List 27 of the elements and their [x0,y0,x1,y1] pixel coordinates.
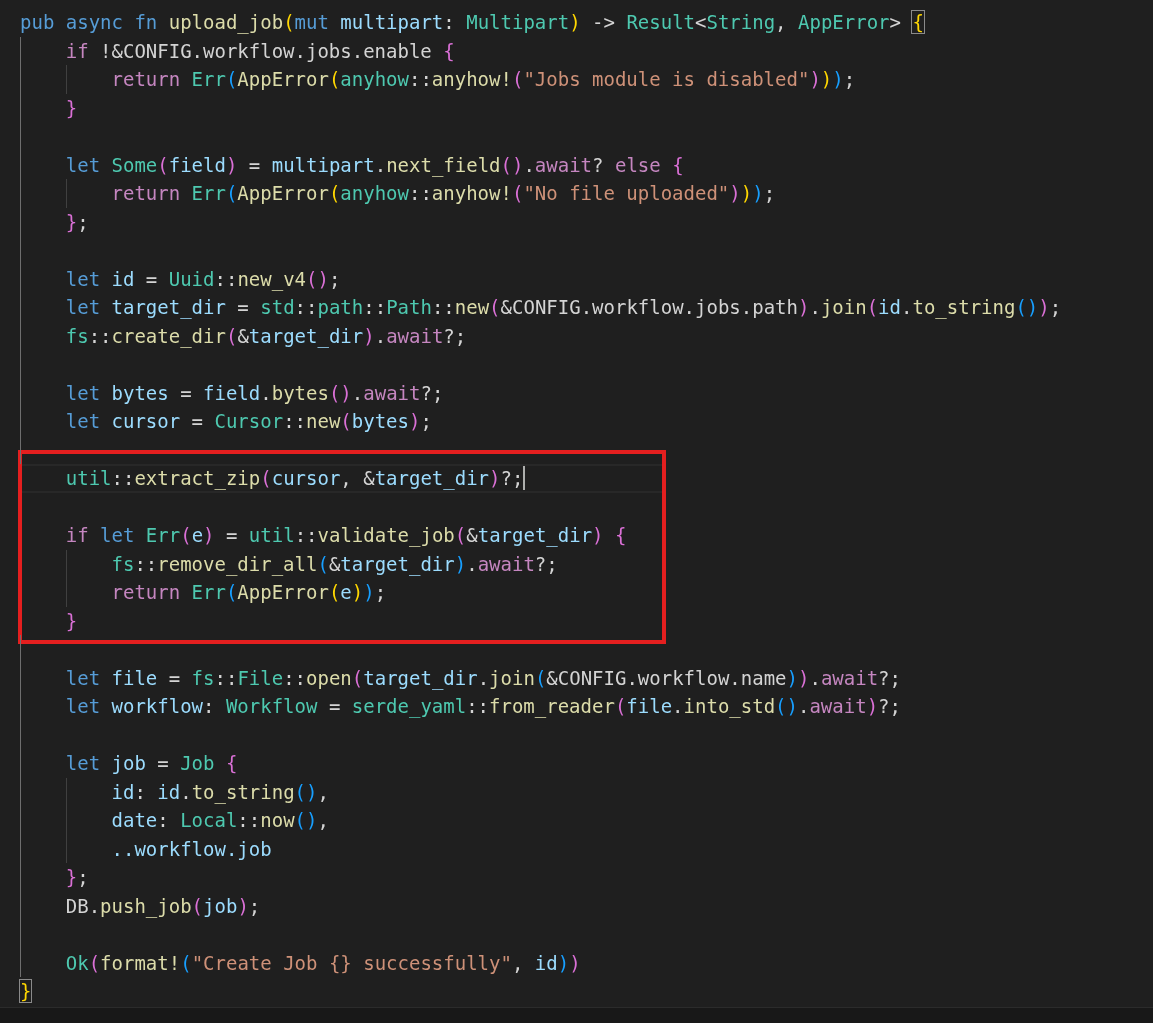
code-line: pub async fn upload_job(mut multipart: Multipart) -> Result<String, AppError> { [20,10,924,35]
code-line: id: id.to_string(), [111,779,329,804]
code-line: return Err(AppError(e)); [111,580,387,605]
code-line: util::extract_zip(cursor, &target_dir)?; [65,466,524,491]
code-line: } [20,979,32,1004]
code-line: ..workflow.job [111,836,272,861]
code-line: if let Err(e) = util::validate_job(&target_dir) { [65,523,627,548]
code-line: } [65,608,78,633]
code-line: date: Local::now(), [111,808,329,833]
code-line: let job = Job { [65,751,238,776]
code-line: return Err(AppError(anyhow::anyhow!("Jobs module is disabled"))); [111,67,856,92]
code-line: let workflow: Workflow = serde_yaml::from_reader(file.into_std().await)?; [65,694,901,719]
code-line: } [65,95,78,120]
code-line: let cursor = Cursor::new(bytes); [65,409,432,434]
code-line: let id = Uuid::new_v4(); [65,266,341,291]
code-line: fs::remove_dir_all(&target_dir).await?; [111,551,558,576]
code-line: DB.push_job(job); [65,893,261,918]
code-line: fs::create_dir(&target_dir).await?; [65,323,467,348]
code-line: }; [65,209,89,234]
code-line: return Err(AppError(anyhow::anyhow!("No file uploaded"))); [111,181,776,206]
code-line: let file = fs::File::open(target_dir.join(&CONFIG.workflow.name)).await?; [65,665,901,690]
code-line: Ok(format!("Create Job {} successfully", id)) [65,950,581,975]
code-line: let target_dir = std::path::Path::new(&CONFIG.workflow.jobs.path).join(id.to_string()); [65,295,1062,320]
code-line: if !&CONFIG.workflow.jobs.enable { [65,38,455,63]
code-line: }; [65,865,89,890]
code-line: let Some(field) = multipart.next_field().await? else { [65,152,684,177]
code-line: let bytes = field.bytes().await?; [65,380,444,405]
